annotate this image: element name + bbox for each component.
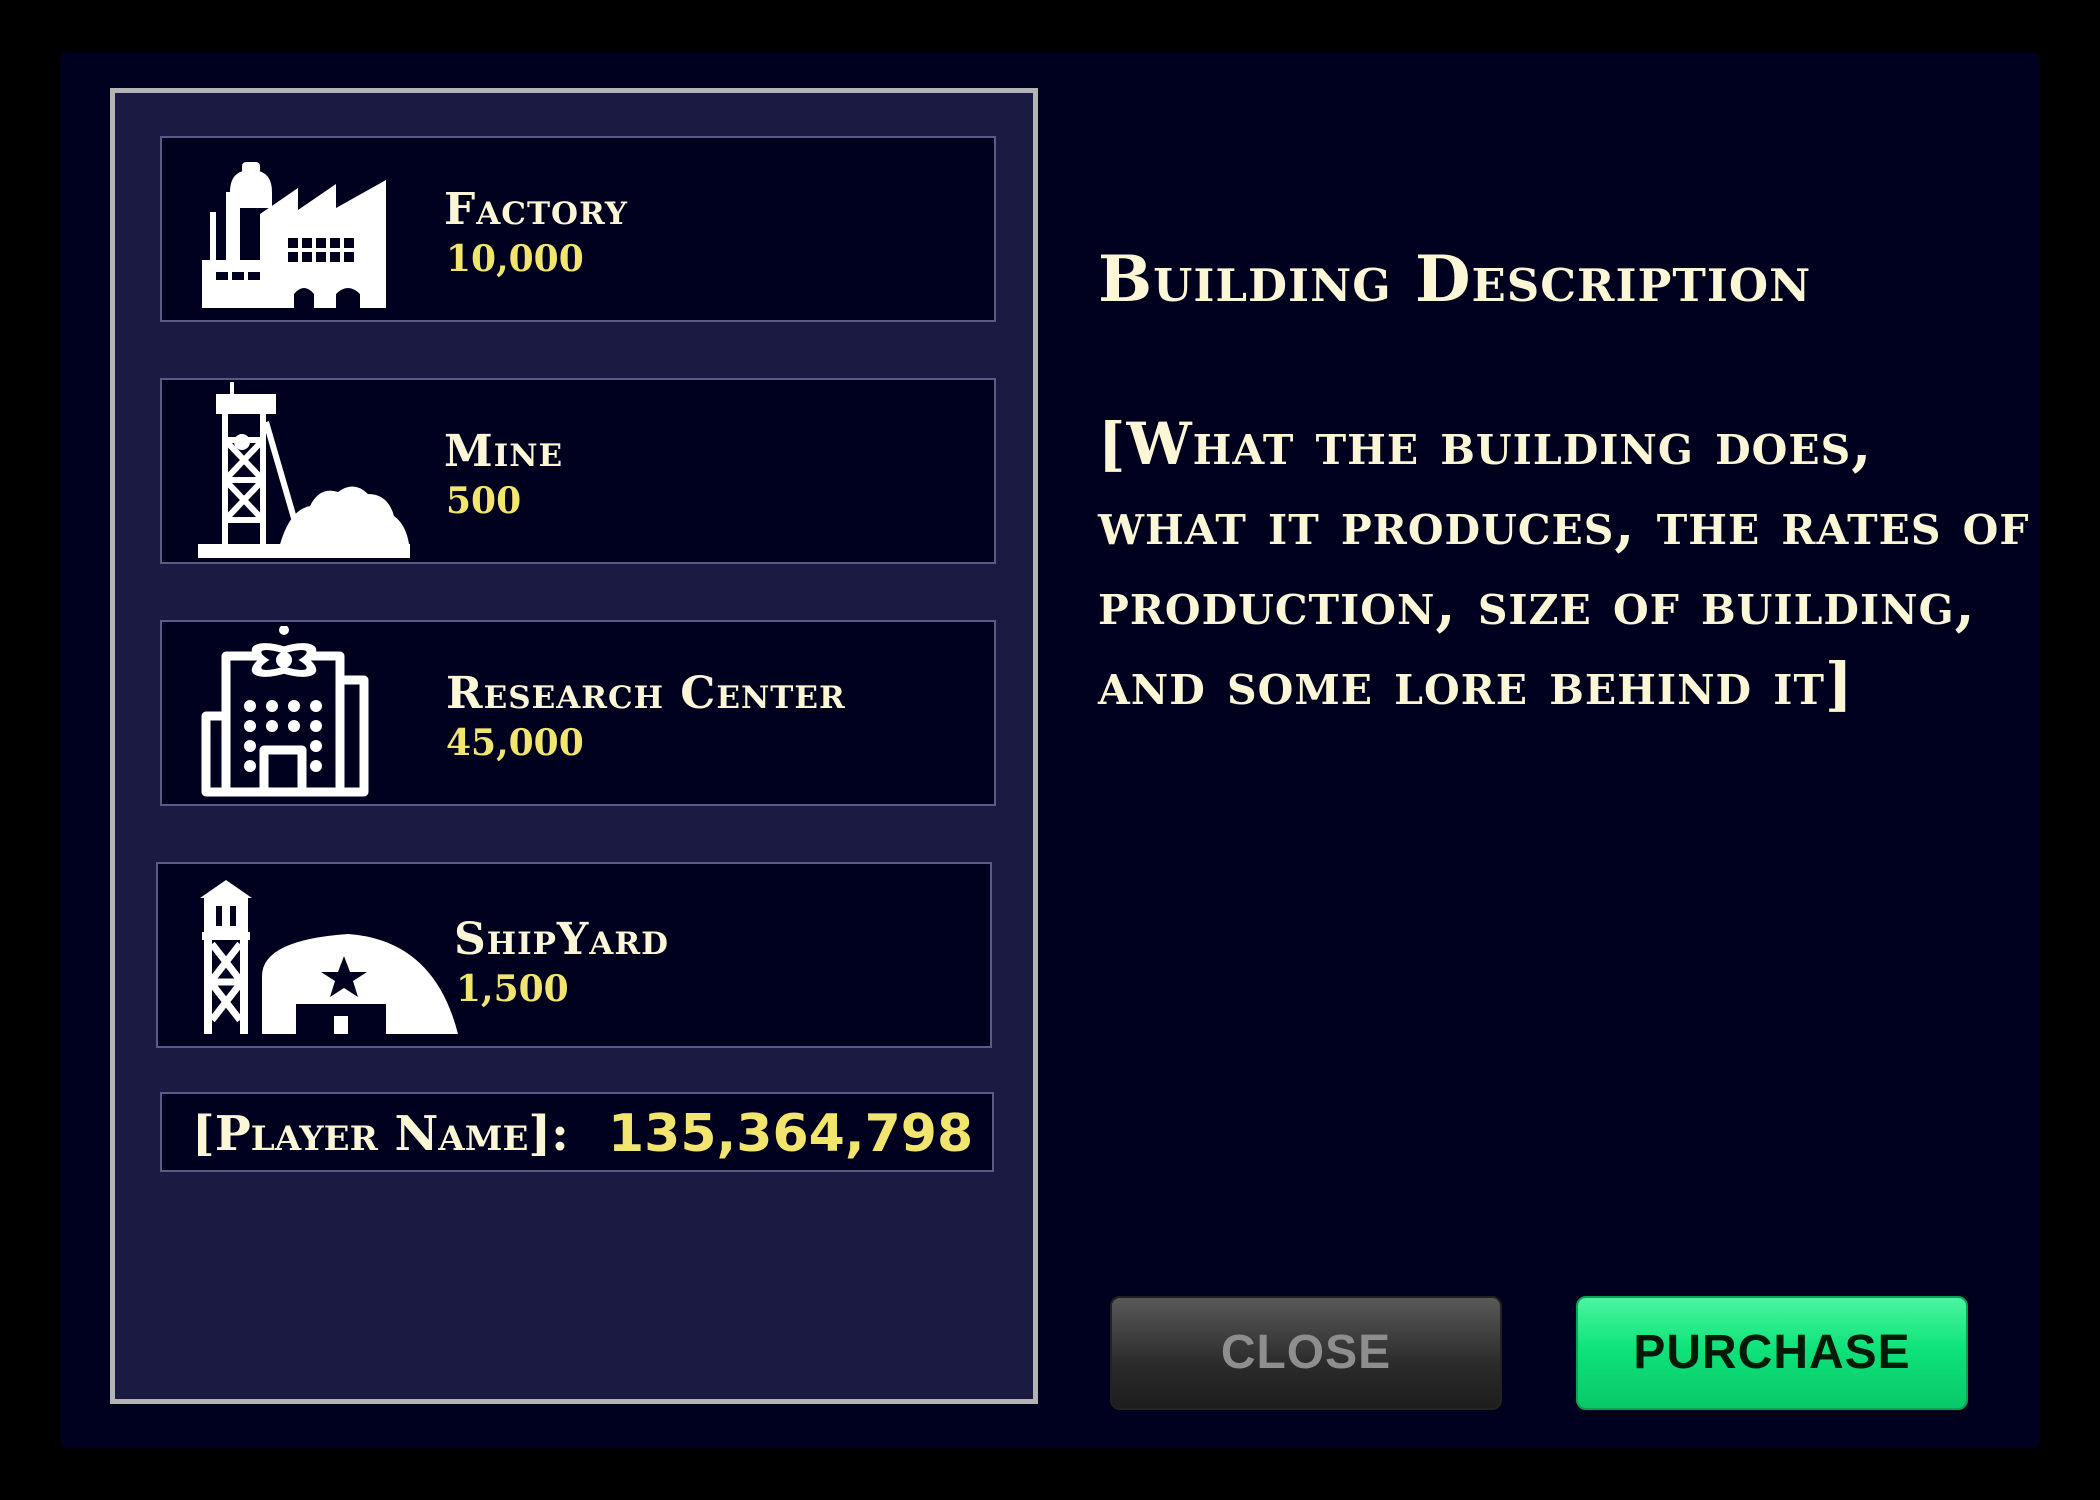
- building-price: 45,000: [446, 722, 584, 764]
- building-name: Mine: [444, 426, 564, 477]
- close-button[interactable]: CLOSE: [1110, 1296, 1502, 1410]
- player-name: [Player Name]:: [192, 1106, 569, 1162]
- building-name: ShipYard: [454, 914, 669, 965]
- description-title: Building Description: [1098, 242, 1812, 317]
- building-name: Factory: [444, 184, 628, 235]
- building-card-shipyard[interactable]: ShipYard 1,500: [156, 862, 992, 1048]
- building-card-research-center[interactable]: Research Center 45,000: [160, 620, 996, 806]
- description-body: [What the building does, what it produce…: [1098, 410, 2030, 718]
- player-balance-bar: [Player Name]: 135,364,798: [160, 1092, 994, 1172]
- player-money: 135,364,798: [608, 1104, 974, 1164]
- building-card-factory[interactable]: Factory 10,000: [160, 136, 996, 322]
- building-price: 10,000: [446, 238, 584, 280]
- purchase-button[interactable]: PURCHASE: [1576, 1296, 1968, 1410]
- building-price: 500: [446, 480, 522, 522]
- building-card-mine[interactable]: Mine 500: [160, 378, 996, 564]
- research-center-icon: [200, 626, 370, 798]
- building-price: 1,500: [456, 968, 569, 1010]
- factory-icon: [202, 148, 386, 308]
- mine-icon: [198, 382, 410, 560]
- shipyard-icon: [198, 880, 458, 1034]
- building-name: Research Center: [446, 668, 846, 719]
